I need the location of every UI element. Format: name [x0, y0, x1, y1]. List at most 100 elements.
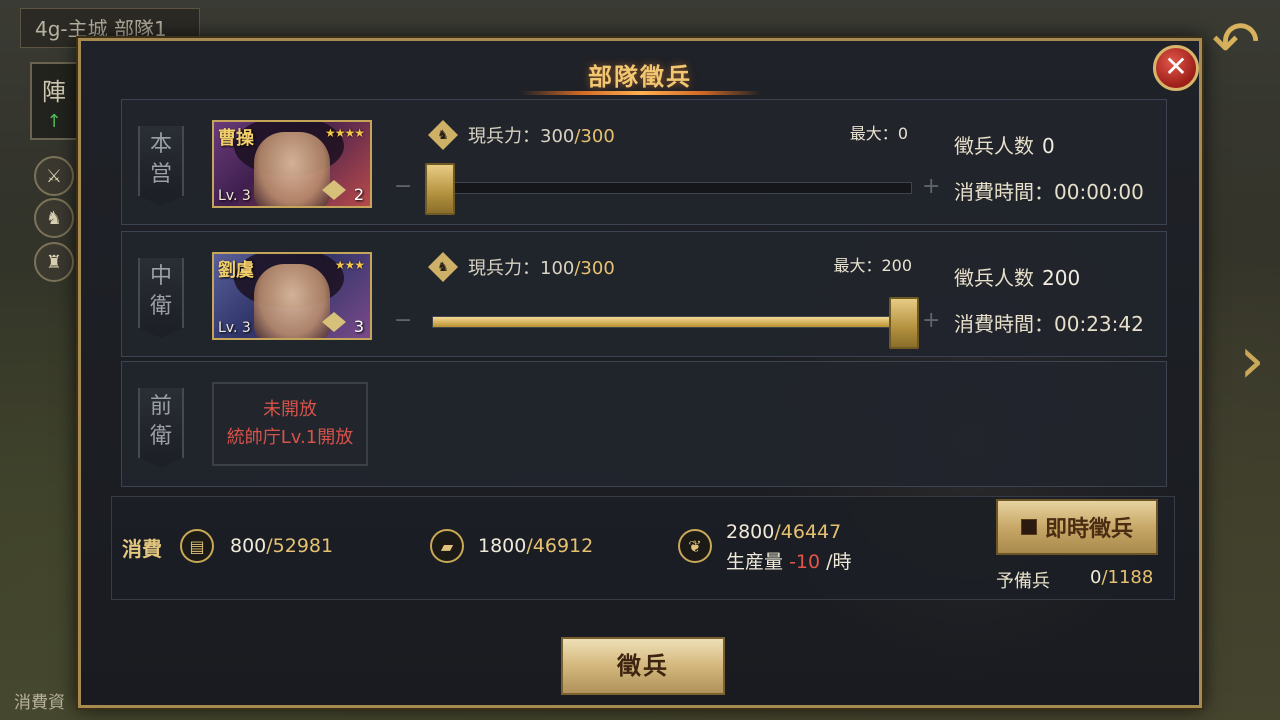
recruit-count-value: 200 [1042, 266, 1081, 290]
resource-grain: 2800/46447 [726, 521, 841, 543]
formation-tab[interactable]: 陣 ↑ [30, 62, 78, 140]
position-char: 衛 [149, 424, 172, 449]
castle-icon[interactable]: ♜ [34, 242, 74, 282]
plus-button[interactable]: + [922, 308, 940, 333]
troop-current: 100 [540, 258, 575, 279]
hero-portrait [254, 132, 330, 206]
position-char: 本 [149, 132, 172, 157]
iron-cost: 1800 [478, 535, 527, 557]
title-glow-divider [521, 91, 761, 95]
hero-type-count: 2 [353, 185, 364, 204]
production-value: -10 [789, 551, 821, 573]
unit-row-front: 前 衛 未開放 統帥庁Lv.1開放 [121, 361, 1167, 487]
position-char: 中 [149, 264, 172, 289]
wood-icon: ▤ [180, 529, 214, 563]
position-banner: 前 衛 [138, 388, 184, 468]
hero-name: 劉虞 [218, 260, 254, 281]
recruit-count-value: 0 [1042, 134, 1055, 158]
production-label: 生産量 [726, 551, 784, 573]
recruit-time: 消費時間：00:23:42 [954, 308, 1144, 337]
next-arrow-icon[interactable]: › [1230, 326, 1274, 396]
recruit-time: 消費時間：00:00:00 [954, 176, 1144, 205]
recruit-slider[interactable] [432, 297, 919, 349]
recruit-count: 徵兵人数 200 [954, 262, 1080, 291]
troop-current: 300 [540, 126, 575, 147]
hero-card[interactable]: 曹操 ★★★★ Lv. 3 2 [212, 120, 372, 208]
position-char: 衛 [149, 294, 172, 319]
hero-level: Lv. 3 [218, 320, 251, 336]
locked-title: 未開放 [263, 399, 317, 420]
reserve-label: 予備兵 [996, 571, 1050, 592]
dialog-title: 部隊徵兵 [588, 63, 692, 91]
slider-thumb[interactable] [425, 163, 455, 215]
position-char: 営 [149, 162, 172, 187]
troop-max: /300 [574, 126, 615, 147]
hero-type-count: 3 [353, 317, 364, 336]
wood-cost: 800 [230, 535, 267, 557]
max-value: 0 [897, 124, 908, 143]
grain-stock: /46447 [774, 521, 842, 543]
hero-card[interactable]: 劉虞 ★★★ Lv. 3 3 [212, 252, 372, 340]
position-banner: 本 営 [138, 126, 184, 206]
max-recruit: 最大：200 [752, 252, 912, 276]
minus-button[interactable]: − [394, 174, 412, 199]
instant-recruit-button[interactable]: 即時徵兵 [996, 499, 1158, 555]
troop-label: 現兵力： [468, 126, 540, 147]
recruit-time-label: 消費時間： [954, 180, 1054, 204]
bottom-left-text: 消費資 [14, 693, 65, 713]
locked-slot: 未開放 統帥庁Lv.1開放 [212, 382, 368, 466]
slider-thumb[interactable] [889, 297, 919, 349]
star-rating: ★★★ [334, 258, 365, 272]
locked-requirement: 統帥庁Lv.1開放 [226, 427, 354, 448]
max-recruit: 最大：0 [748, 120, 908, 144]
cavalry-icon: ♞ [428, 252, 458, 282]
position-char: 前 [149, 394, 172, 419]
grain-production: 生産量 -10 /時 [726, 547, 852, 574]
checkbox-icon[interactable] [1020, 519, 1037, 535]
reserve-total: /1188 [1101, 567, 1154, 588]
formation-tab-label: 陣 [42, 78, 66, 106]
production-unit: /時 [826, 551, 852, 573]
reserve-current: 0 [1090, 567, 1102, 588]
slider-fill [433, 317, 911, 327]
recruit-slider[interactable] [425, 163, 912, 215]
minus-button[interactable]: − [394, 308, 412, 333]
unit-row-middle: 中 衛 劉虞 ★★★ Lv. 3 3 ♞ 現兵力：100/300 最大：200 … [121, 231, 1167, 357]
cost-panel: 消費 ▤ 800/52981 ▰ 1800/46912 ❦ 2800/46447… [111, 496, 1175, 600]
position-banner: 中 衛 [138, 258, 184, 338]
recruit-time-value: 00:00:00 [1054, 180, 1144, 204]
iron-icon: ▰ [430, 529, 464, 563]
grain-icon: ❦ [678, 529, 712, 563]
troop-max: /300 [574, 258, 615, 279]
star-rating: ★★★★ [324, 126, 365, 140]
recruit-button[interactable]: 徵兵 [561, 637, 725, 695]
reserve-value: 0/1188 [1090, 567, 1153, 588]
hero-level: Lv. 3 [218, 188, 251, 204]
max-label: 最大： [833, 256, 882, 275]
up-arrow-icon: ↑ [46, 111, 62, 132]
recruit-time-value: 00:23:42 [1054, 312, 1144, 336]
resource-wood: 800/52981 [230, 535, 333, 557]
instant-recruit-label: 即時徵兵 [1044, 517, 1133, 542]
recruit-count-label: 徵兵人数 [954, 134, 1034, 158]
cost-label: 消費 [122, 537, 162, 561]
plus-button[interactable]: + [922, 174, 940, 199]
close-button[interactable]: ✕ [1153, 45, 1199, 91]
troop-strength: ♞ 現兵力：300/300 [428, 120, 615, 150]
recruit-time-label: 消費時間： [954, 312, 1054, 336]
hero-name: 曹操 [218, 128, 254, 149]
cavalry-icon: ♞ [428, 120, 458, 150]
grain-cost: 2800 [726, 521, 775, 543]
back-arrow-icon[interactable]: ↶ [1204, 10, 1268, 74]
recruit-dialog: 部隊徵兵 ✕ 本 営 曹操 ★★★★ Lv. 3 2 ♞ 現兵力：300/300… [78, 38, 1202, 708]
recruit-count: 徵兵人数 0 [954, 130, 1055, 159]
troop-strength: ♞ 現兵力：100/300 [428, 252, 615, 282]
hero-portrait [254, 264, 330, 338]
cavalry-icon[interactable]: ♞ [34, 198, 74, 238]
unit-row-main: 本 営 曹操 ★★★★ Lv. 3 2 ♞ 現兵力：300/300 最大：0 −… [121, 99, 1167, 225]
troop-label: 現兵力： [468, 258, 540, 279]
recruit-count-label: 徵兵人数 [954, 266, 1034, 290]
infantry-icon[interactable]: ⚔ [34, 156, 74, 196]
wood-stock: /52981 [266, 535, 334, 557]
iron-stock: /46912 [526, 535, 594, 557]
